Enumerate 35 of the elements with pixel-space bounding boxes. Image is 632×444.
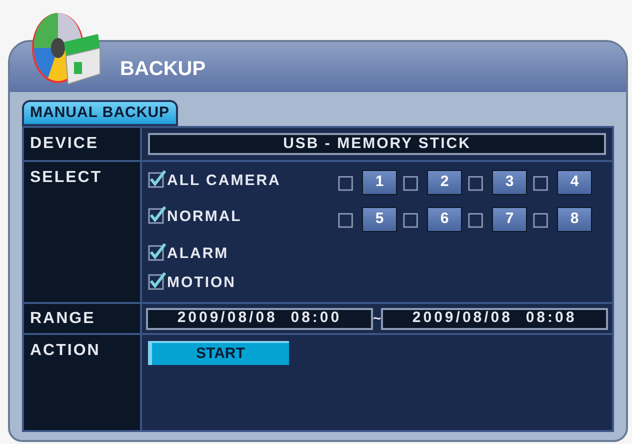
camera-number[interactable]: 6 bbox=[427, 207, 462, 232]
row-label: ACTION bbox=[30, 342, 100, 359]
checkbox-icon[interactable] bbox=[403, 174, 420, 191]
camera-number[interactable]: 7 bbox=[492, 207, 527, 232]
checked-checkbox-icon[interactable] bbox=[148, 170, 166, 188]
camera-number[interactable]: 1 bbox=[362, 170, 397, 195]
row-label: DEVICE bbox=[30, 134, 99, 154]
checked-checkbox-icon[interactable] bbox=[148, 272, 166, 290]
checkbox-icon[interactable] bbox=[338, 211, 355, 228]
option-label: NORMAL bbox=[167, 207, 242, 228]
row-label: SELECT bbox=[30, 169, 102, 186]
checkbox-icon[interactable] bbox=[533, 211, 550, 228]
row-label: RANGE bbox=[30, 308, 96, 328]
checkbox-icon[interactable] bbox=[403, 211, 420, 228]
camera-number[interactable]: 3 bbox=[492, 170, 527, 195]
start-time-field[interactable]: 2009/08/08 08:00 bbox=[146, 308, 373, 330]
start-button[interactable]: START bbox=[148, 341, 289, 365]
camera-number[interactable]: 4 bbox=[557, 170, 592, 195]
tab[interactable]: MANUAL BACKUP bbox=[22, 100, 178, 126]
checked-checkbox-icon[interactable] bbox=[148, 242, 166, 261]
end-time-field[interactable]: 2009/08/08 08:08 bbox=[381, 308, 608, 330]
option-label: MOTION bbox=[167, 273, 236, 294]
range-separator: ~ bbox=[372, 309, 382, 328]
camera-number[interactable]: 5 bbox=[362, 207, 397, 232]
option-label: ALARM bbox=[167, 244, 229, 264]
option-label: ALL CAMERA bbox=[167, 171, 281, 191]
camera-number[interactable]: 2 bbox=[427, 170, 462, 195]
checked-checkbox-icon[interactable] bbox=[148, 206, 166, 224]
checkbox-icon[interactable] bbox=[533, 174, 550, 191]
window-title: BACKUP bbox=[120, 57, 206, 82]
device-field[interactable]: USB - MEMORY STICK bbox=[148, 133, 606, 155]
camera-number[interactable]: 8 bbox=[557, 207, 592, 232]
checkbox-icon[interactable] bbox=[468, 211, 485, 228]
checkbox-icon[interactable] bbox=[468, 174, 485, 191]
checkbox-icon[interactable] bbox=[338, 174, 355, 191]
